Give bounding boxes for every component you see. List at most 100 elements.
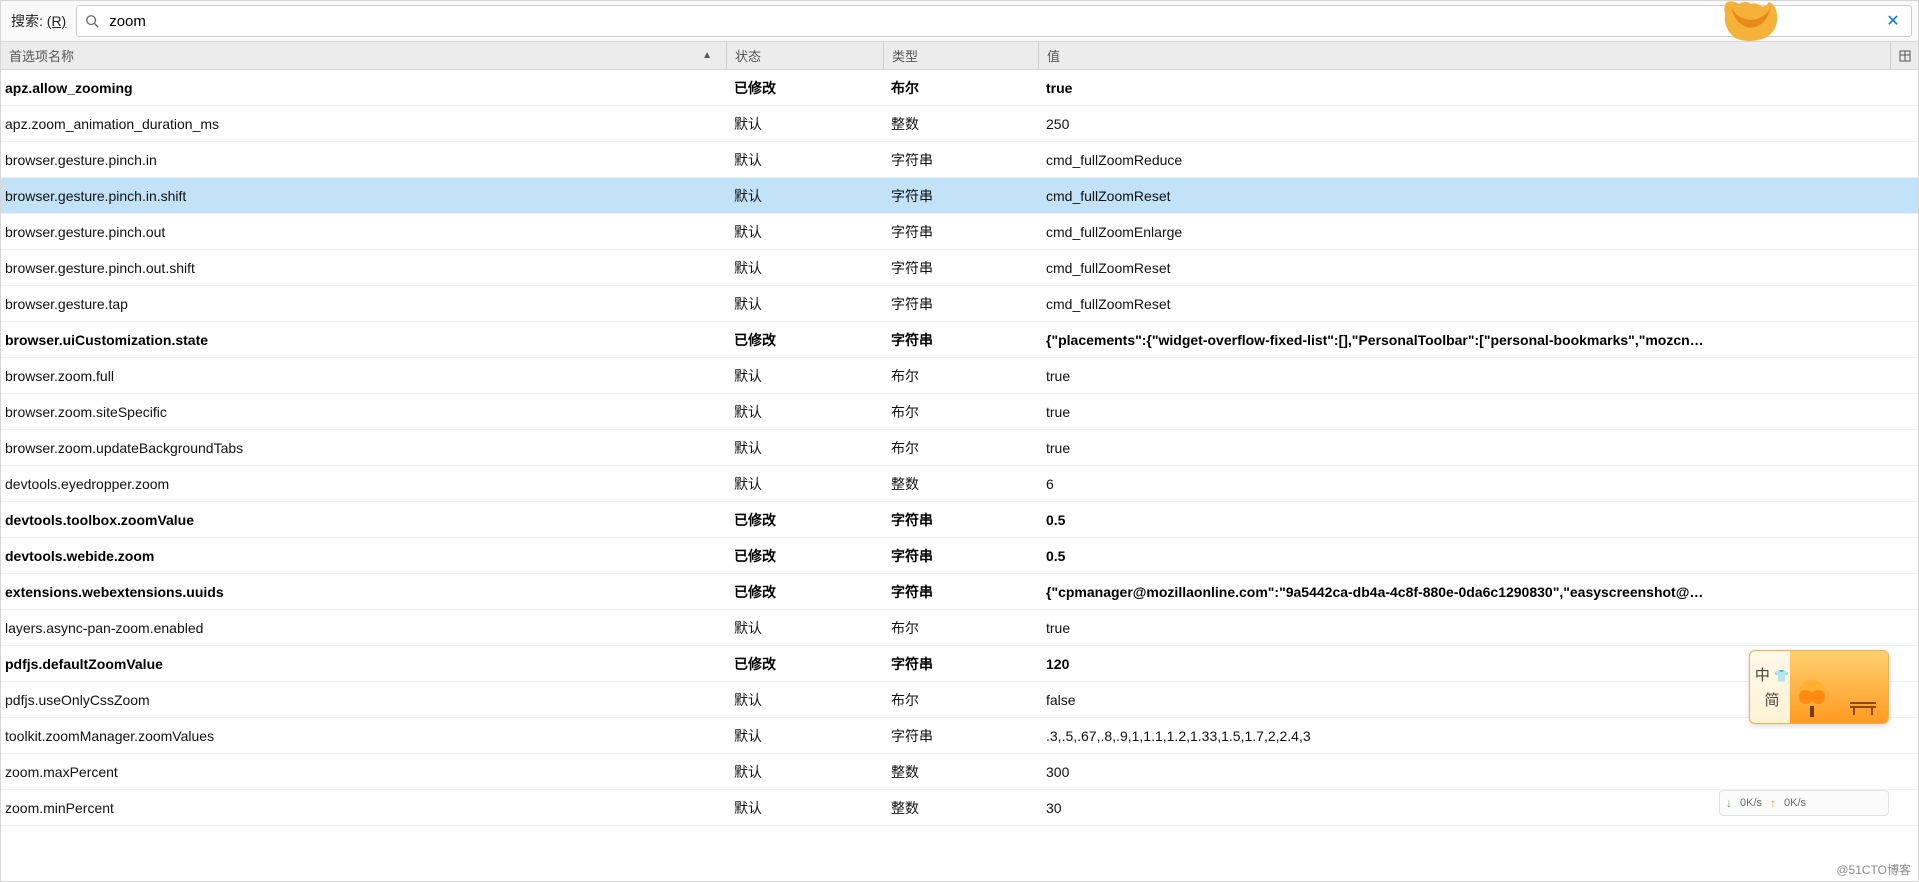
- column-header-type[interactable]: 类型: [883, 42, 1038, 69]
- cell-status: 默认: [726, 362, 883, 390]
- download-arrow-icon: ↓: [1726, 796, 1732, 810]
- column-header-status-label: 状态: [735, 49, 761, 64]
- cell-value: cmd_fullZoomReset: [1038, 256, 1918, 280]
- search-icon: [85, 14, 99, 28]
- cell-type: 字符串: [883, 254, 1038, 282]
- cell-name: browser.gesture.tap: [1, 292, 726, 316]
- table-row[interactable]: devtools.eyedropper.zoom默认整数6: [1, 466, 1918, 502]
- upload-speed: 0K/s: [1784, 797, 1806, 809]
- cell-value: {"cpmanager@mozillaonline.com":"9a5442ca…: [1038, 580, 1918, 604]
- cell-value: cmd_fullZoomReset: [1038, 184, 1918, 208]
- ime-line1: 中 👕: [1755, 664, 1789, 685]
- table-header: 首选项名称 ▲ 状态 类型 值: [1, 42, 1918, 70]
- ime-text: 中 👕 简: [1750, 651, 1790, 723]
- table-row[interactable]: zoom.minPercent默认整数30: [1, 790, 1918, 826]
- cell-status: 已修改: [726, 650, 883, 678]
- table-row[interactable]: browser.zoom.updateBackgroundTabs默认布尔tru…: [1, 430, 1918, 466]
- search-label-text: 搜索:: [11, 13, 43, 29]
- cell-status: 默认: [726, 146, 883, 174]
- cell-status: 默认: [726, 686, 883, 714]
- cell-name: browser.zoom.siteSpecific: [1, 400, 726, 424]
- cell-name: toolkit.zoomManager.zoomValues: [1, 724, 726, 748]
- table-row[interactable]: browser.zoom.siteSpecific默认布尔true: [1, 394, 1918, 430]
- cell-type: 字符串: [883, 650, 1038, 678]
- cell-status: 默认: [726, 182, 883, 210]
- cell-value: 300: [1038, 760, 1918, 784]
- cell-name: devtools.toolbox.zoomValue: [1, 508, 726, 532]
- table-row[interactable]: toolkit.zoomManager.zoomValues默认字符串.3,.5…: [1, 718, 1918, 754]
- table-row[interactable]: browser.gesture.pinch.in默认字符串cmd_fullZoo…: [1, 142, 1918, 178]
- table-row[interactable]: apz.allow_zooming已修改布尔true: [1, 70, 1918, 106]
- cell-type: 整数: [883, 758, 1038, 786]
- table-row[interactable]: pdfjs.defaultZoomValue已修改字符串120: [1, 646, 1918, 682]
- cell-name: browser.gesture.pinch.out.shift: [1, 256, 726, 280]
- cell-type: 整数: [883, 794, 1038, 822]
- table-row[interactable]: browser.gesture.pinch.out默认字符串cmd_fullZo…: [1, 214, 1918, 250]
- cell-name: browser.gesture.pinch.in.shift: [1, 184, 726, 208]
- table-row[interactable]: devtools.webide.zoom已修改字符串0.5: [1, 538, 1918, 574]
- cell-value: .3,.5,.67,.8,.9,1,1.1,1.2,1.33,1.5,1.7,2…: [1038, 724, 1918, 748]
- cell-value: cmd_fullZoomReset: [1038, 292, 1918, 316]
- cell-type: 字符串: [883, 578, 1038, 606]
- search-box[interactable]: ✕: [76, 5, 1912, 37]
- search-label-accel: (R): [47, 13, 66, 29]
- cell-status: 默认: [726, 722, 883, 750]
- cell-name: pdfjs.useOnlyCssZoom: [1, 688, 726, 712]
- cell-name: zoom.maxPercent: [1, 760, 726, 784]
- cell-name: layers.async-pan-zoom.enabled: [1, 616, 726, 640]
- ime-line2: 简: [1764, 689, 1779, 710]
- table-row[interactable]: browser.uiCustomization.state已修改字符串{"pla…: [1, 322, 1918, 358]
- cell-name: devtools.webide.zoom: [1, 544, 726, 568]
- ime-indicator[interactable]: 中 👕 简: [1749, 650, 1889, 724]
- column-header-status[interactable]: 状态: [726, 42, 883, 69]
- cell-name: browser.gesture.pinch.in: [1, 148, 726, 172]
- column-header-value-label: 值: [1047, 49, 1060, 64]
- table-row[interactable]: extensions.webextensions.uuids已修改字符串{"cp…: [1, 574, 1918, 610]
- column-header-value[interactable]: 值: [1038, 42, 1890, 69]
- cell-value: true: [1038, 364, 1918, 388]
- preferences-table-body: apz.allow_zooming已修改布尔trueapz.zoom_anima…: [1, 70, 1918, 826]
- cell-value: true: [1038, 616, 1918, 640]
- cell-type: 字符串: [883, 218, 1038, 246]
- table-row[interactable]: layers.async-pan-zoom.enabled默认布尔true: [1, 610, 1918, 646]
- cell-status: 已修改: [726, 74, 883, 102]
- cell-status: 已修改: [726, 542, 883, 570]
- cell-status: 默认: [726, 110, 883, 138]
- cell-status: 默认: [726, 218, 883, 246]
- table-row[interactable]: apz.zoom_animation_duration_ms默认整数250: [1, 106, 1918, 142]
- table-row[interactable]: browser.gesture.pinch.in.shift默认字符串cmd_f…: [1, 178, 1918, 214]
- cell-type: 字符串: [883, 506, 1038, 534]
- cell-status: 默认: [726, 758, 883, 786]
- cell-name: zoom.minPercent: [1, 796, 726, 820]
- column-picker-icon[interactable]: [1890, 42, 1918, 69]
- cell-type: 字符串: [883, 326, 1038, 354]
- cell-name: browser.zoom.full: [1, 364, 726, 388]
- cell-status: 默认: [726, 254, 883, 282]
- cell-type: 布尔: [883, 362, 1038, 390]
- clear-search-icon[interactable]: ✕: [1883, 11, 1903, 31]
- column-header-name[interactable]: 首选项名称 ▲: [1, 42, 726, 69]
- search-input[interactable]: [107, 12, 1883, 31]
- search-bar: 搜索: (R) ✕: [1, 1, 1918, 42]
- cell-value: 0.5: [1038, 544, 1918, 568]
- network-speed-widget[interactable]: ↓ 0K/s ↑ 0K/s: [1719, 790, 1889, 816]
- table-row[interactable]: zoom.maxPercent默认整数300: [1, 754, 1918, 790]
- cell-type: 布尔: [883, 398, 1038, 426]
- cell-type: 布尔: [883, 686, 1038, 714]
- cell-status: 默认: [726, 290, 883, 318]
- bench-icon: [1848, 699, 1878, 715]
- watermark: @51CTO博客: [1836, 861, 1911, 878]
- table-row[interactable]: browser.zoom.full默认布尔true: [1, 358, 1918, 394]
- cell-status: 默认: [726, 398, 883, 426]
- table-row[interactable]: browser.gesture.tap默认字符串cmd_fullZoomRese…: [1, 286, 1918, 322]
- cell-value: cmd_fullZoomReduce: [1038, 148, 1918, 172]
- ime-scene: [1790, 651, 1888, 723]
- cell-type: 字符串: [883, 542, 1038, 570]
- cell-status: 默认: [726, 614, 883, 642]
- sort-asc-icon: ▲: [702, 50, 718, 61]
- table-row[interactable]: browser.gesture.pinch.out.shift默认字符串cmd_…: [1, 250, 1918, 286]
- column-header-type-label: 类型: [892, 49, 918, 64]
- upload-arrow-icon: ↑: [1770, 796, 1776, 810]
- table-row[interactable]: devtools.toolbox.zoomValue已修改字符串0.5: [1, 502, 1918, 538]
- table-row[interactable]: pdfjs.useOnlyCssZoom默认布尔false: [1, 682, 1918, 718]
